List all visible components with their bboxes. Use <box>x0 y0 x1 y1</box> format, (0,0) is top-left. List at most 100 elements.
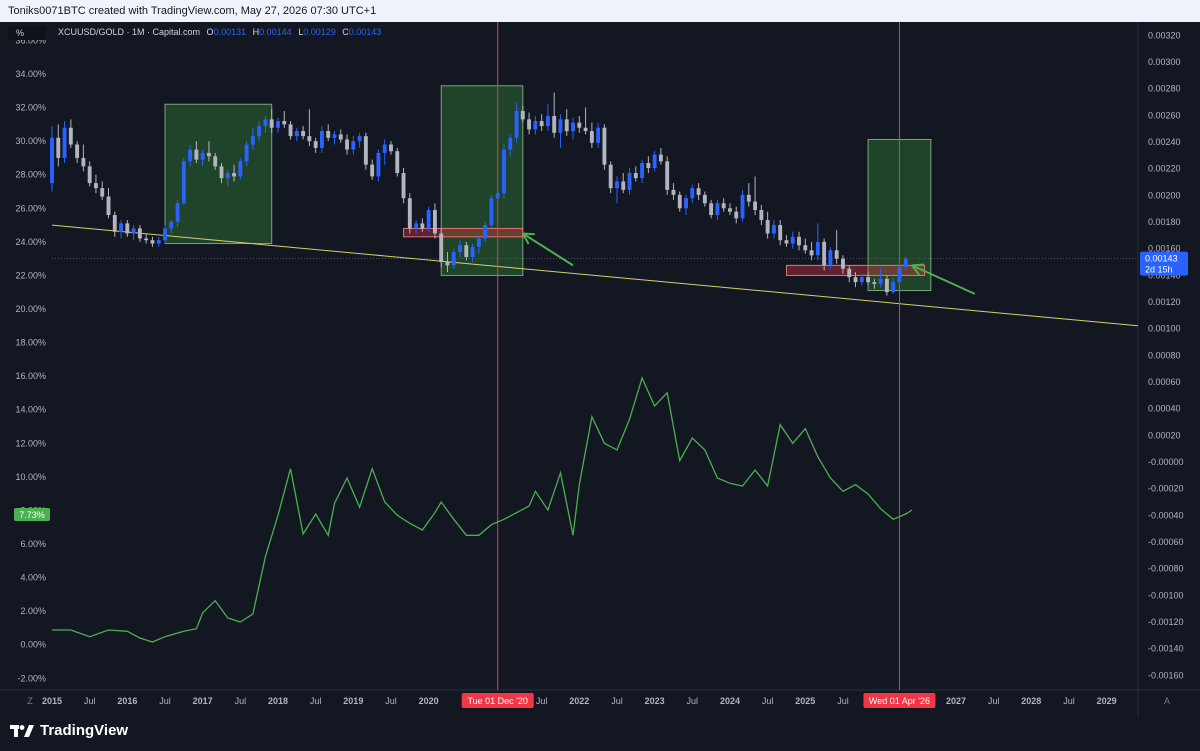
left-axis-tick-label: 18.00% <box>15 338 46 348</box>
candle-body <box>125 223 130 234</box>
tradingview-logo[interactable]: TradingView <box>10 722 128 739</box>
candle-body <box>897 267 902 283</box>
candle-body <box>345 139 349 150</box>
x-axis-tick-label: Wed 01 Apr '26 <box>869 696 930 706</box>
arrow-head <box>911 263 925 267</box>
candle-body <box>583 127 588 132</box>
candle-body <box>332 134 337 138</box>
right-axis-tick-label: 0.00320 <box>1148 30 1181 40</box>
candle-body <box>232 173 236 177</box>
candle-body <box>571 122 575 132</box>
candle-body <box>520 110 525 120</box>
candle-body <box>759 209 764 221</box>
candle-body <box>715 203 720 216</box>
right-axis-tick-label: 0.00120 <box>1148 297 1181 307</box>
x-axis-tick-label: Jul <box>762 696 774 706</box>
right-axis-tick-label: -0.00120 <box>1148 617 1184 627</box>
support-trendline <box>51 224 1139 327</box>
x-axis-tick-label: Jul <box>611 696 623 706</box>
candle-body <box>200 152 205 160</box>
x-axis-tick-label: Jul <box>235 696 247 706</box>
candle-body <box>740 194 745 219</box>
x-axis-tick-label: 2020 <box>419 696 439 706</box>
x-axis-tick-label: Jul <box>1063 696 1075 706</box>
candle-body <box>282 121 287 125</box>
right-axis-tick-label: -0.00140 <box>1148 644 1184 654</box>
candle-body <box>696 188 701 195</box>
candle-body <box>859 277 864 283</box>
candle-body <box>81 157 86 167</box>
right-axis-tick-label: 0.00100 <box>1148 324 1181 334</box>
left-axis-tick-label: 32.00% <box>15 103 46 113</box>
candle-body <box>225 173 230 179</box>
candle-body <box>219 166 224 179</box>
candle-body <box>721 203 726 209</box>
left-axis-tick-label: 4.00% <box>20 573 46 583</box>
candle-body <box>847 268 852 278</box>
x-axis-tick-label: 2016 <box>117 696 137 706</box>
candle-body <box>363 136 368 165</box>
candle-body <box>131 228 136 234</box>
symbol-legend: XCUUSD/GOLD · 1M · Capital.com O0.00131 … <box>58 26 381 38</box>
candle-body <box>690 188 695 199</box>
x-axis-tick-label: Jul <box>536 696 548 706</box>
candle-body <box>338 134 343 140</box>
candle-body <box>269 119 274 128</box>
candle-body <box>841 258 845 269</box>
right-axis-tick-label: -0.00040 <box>1148 510 1184 520</box>
x-axis-tick-label: Jul <box>687 696 699 706</box>
indicator-value-text: 7.73% <box>19 510 45 520</box>
candle-body <box>702 194 707 204</box>
x-axis-tick-label: 2023 <box>645 696 665 706</box>
candle-body <box>194 149 199 160</box>
candle-body <box>87 166 92 184</box>
right-axis-tick-label: -0.00060 <box>1148 537 1184 547</box>
candle-body <box>407 198 412 229</box>
candle-body <box>489 198 494 226</box>
candle-body <box>276 121 280 128</box>
candle-body <box>238 161 243 177</box>
candle-body <box>181 161 186 204</box>
ohlc-open-value: 0.00131 <box>213 27 247 37</box>
x-axis-tick-label: 2029 <box>1097 696 1117 706</box>
candle-body <box>414 223 419 229</box>
candle-body <box>470 246 475 257</box>
candle-body <box>75 144 80 158</box>
tradingview-logo-icon <box>10 724 34 737</box>
left-axis-tick-label: 28.00% <box>15 170 46 180</box>
price-chart[interactable]: 36.00%34.00%32.00%30.00%28.00%26.00%24.0… <box>0 0 1200 751</box>
candle-body <box>809 250 814 256</box>
right-axis-tick-label: 0.00260 <box>1148 110 1181 120</box>
candle-body <box>677 194 682 209</box>
candle-body <box>872 282 877 284</box>
x-axis-tick-label: 2025 <box>795 696 815 706</box>
candle-body <box>527 119 532 130</box>
candle-body <box>432 209 437 234</box>
candle-body <box>552 115 557 133</box>
candle-body <box>734 211 739 219</box>
candle-body <box>50 137 54 184</box>
candle-body <box>558 119 563 133</box>
candle-body <box>508 137 513 150</box>
ohlc-low-value: 0.00129 <box>303 27 336 37</box>
candle-body <box>646 162 651 169</box>
candle-body <box>746 194 751 202</box>
arrow-head <box>522 232 535 236</box>
candle-body <box>608 164 613 189</box>
candle-body <box>244 144 249 162</box>
candle-body <box>376 152 381 177</box>
x-axis-tick-label: 2017 <box>193 696 213 706</box>
candle-body <box>665 161 670 190</box>
candle-body <box>451 251 456 266</box>
candle-body <box>263 119 268 127</box>
candle-body <box>68 127 73 145</box>
left-axis-tick-label: -2.00% <box>17 673 46 683</box>
percent-scale-toggle[interactable]: % <box>8 26 46 40</box>
candle-body <box>163 228 167 241</box>
left-axis-tick-label: 30.00% <box>15 136 46 146</box>
candle-body <box>602 127 607 165</box>
arrow-shaft <box>522 232 574 267</box>
candle-body <box>395 151 400 174</box>
log-scale-corner: A <box>1164 696 1170 706</box>
candle-body <box>596 127 601 143</box>
